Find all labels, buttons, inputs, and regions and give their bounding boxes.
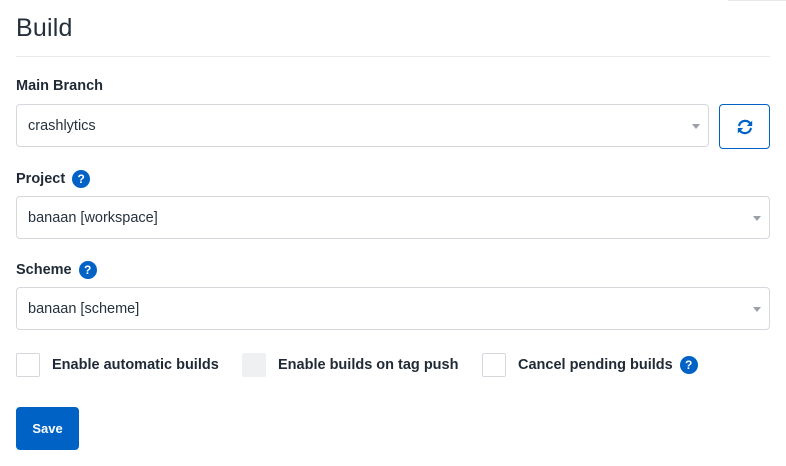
build-settings-page: Build Main Branch crashlytics Project ? … — [0, 0, 786, 466]
scheme-label: Scheme ? — [16, 261, 97, 279]
question-circle-icon[interactable]: ? — [78, 261, 97, 279]
project-value: banaan [workspace] — [28, 209, 158, 226]
scheme-label-text: Scheme — [16, 262, 72, 278]
build-options: Enable automatic builds Enable builds on… — [16, 352, 770, 378]
tag-push-checkbox[interactable] — [242, 353, 266, 377]
project-select[interactable]: banaan [workspace] — [16, 196, 770, 239]
caret-down-icon — [753, 306, 761, 312]
question-circle-icon[interactable]: ? — [72, 170, 91, 188]
main-branch-select[interactable]: crashlytics — [16, 104, 709, 147]
caret-down-icon — [753, 215, 761, 221]
project-label-text: Project — [16, 171, 66, 187]
project-label: Project ? — [16, 170, 91, 188]
title-divider — [16, 56, 770, 57]
cancel-pending-checkbox[interactable] — [482, 353, 506, 377]
automatic-builds-label: Enable automatic builds — [52, 357, 219, 373]
option-automatic-builds[interactable]: Enable automatic builds — [16, 352, 219, 378]
option-cancel-pending[interactable]: Cancel pending builds ? — [482, 352, 698, 378]
tag-push-label: Enable builds on tag push — [278, 357, 459, 373]
main-branch-value: crashlytics — [28, 117, 96, 134]
cancel-pending-label: Cancel pending builds — [518, 357, 673, 373]
section-title: Build — [16, 14, 73, 42]
refresh-branches-button[interactable] — [719, 104, 770, 149]
question-circle-icon[interactable]: ? — [679, 356, 698, 374]
refresh-icon — [737, 119, 752, 134]
top-edge-line — [728, 0, 786, 1]
caret-down-icon — [692, 123, 700, 129]
main-branch-label: Main Branch — [16, 78, 103, 94]
save-button[interactable]: Save — [16, 407, 79, 450]
main-branch-label-text: Main Branch — [16, 78, 104, 94]
scheme-value: banaan [scheme] — [28, 300, 140, 317]
automatic-builds-checkbox[interactable] — [16, 353, 40, 377]
option-tag-push[interactable]: Enable builds on tag push — [242, 352, 458, 378]
scheme-select[interactable]: banaan [scheme] — [16, 287, 770, 330]
